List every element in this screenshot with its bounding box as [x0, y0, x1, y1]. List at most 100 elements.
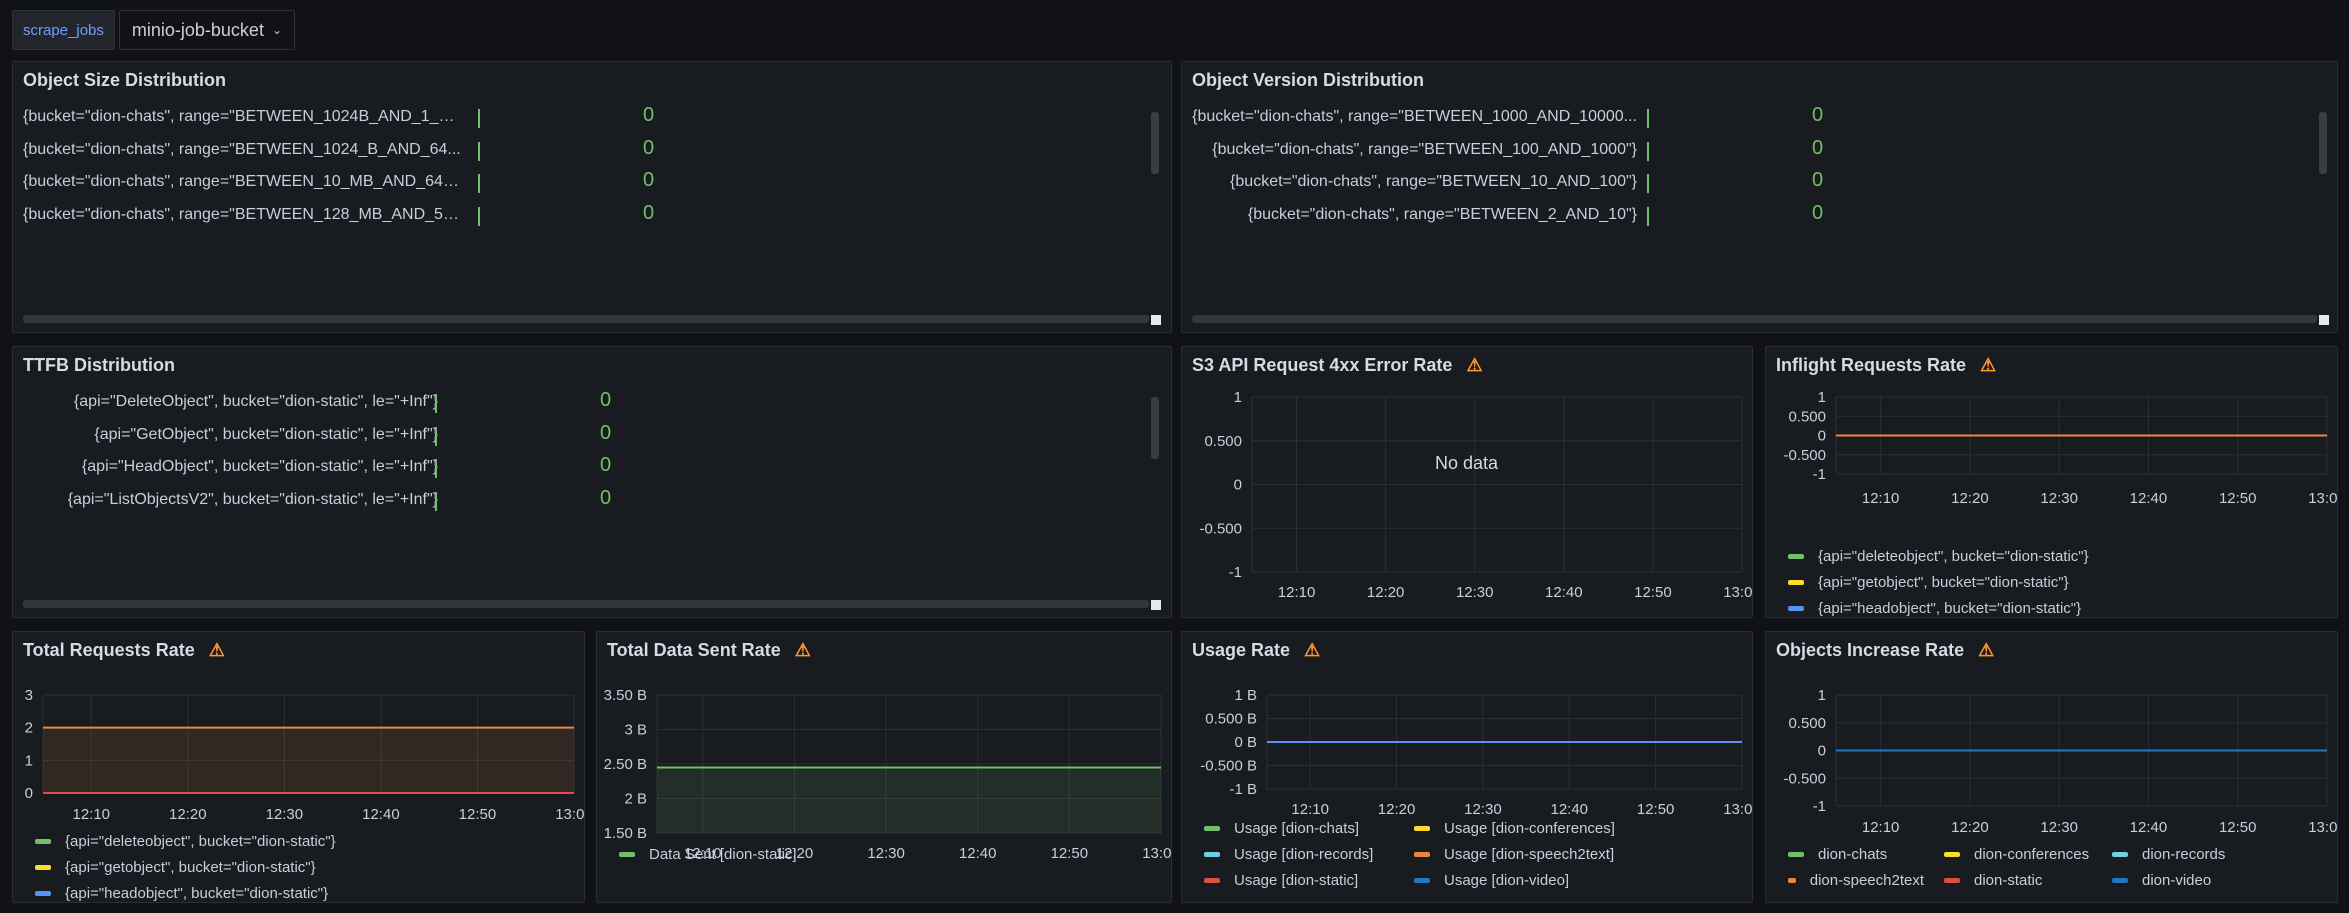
stat-row: {bucket="dion-chats", range="BETWEEN_2_A…: [1182, 200, 2307, 233]
y-tick-label: -1: [1229, 564, 1242, 581]
x-tick-label: 12:50: [2219, 819, 2257, 836]
stat-label: {bucket="dion-chats", range="BETWEEN_100…: [1212, 140, 1637, 158]
x-tick-label: 13:00: [1142, 845, 1172, 862]
legend-label: {api="headobject", bucket="dion-static"}: [65, 884, 329, 902]
stat-row: {api="HeadObject", bucket="dion-static",…: [13, 452, 1141, 485]
panel-title: Object Size Distribution: [23, 70, 227, 90]
legend-swatch: [35, 838, 51, 844]
x-tick-label: 12:40: [959, 845, 997, 862]
x-tick-label: 12:20: [1367, 584, 1405, 601]
series-area: [43, 727, 574, 793]
x-tick-label: 12:30: [2040, 819, 2078, 836]
stat-row: {bucket="dion-chats", range="BETWEEN_128…: [13, 200, 1141, 233]
legend-item[interactable]: {api="deleteobject", bucket="dion-static…: [1788, 543, 2089, 569]
panel-object-size-distribution[interactable]: Object Size Distribution {bucket="dion-c…: [12, 61, 1172, 333]
stat-value: 0: [600, 454, 612, 476]
stat-value: 0: [643, 169, 655, 191]
stat-row: {api="ListObjectsV2", bucket="dion-stati…: [13, 485, 1141, 518]
panel-s3-api-4xx-error-rate[interactable]: S3 API Request 4xx Error Rate ⚠ 1 0.500 0-…: [1181, 346, 1753, 618]
stat-bar: [478, 109, 480, 128]
legend-item[interactable]: Usage [dion-static]: [1204, 867, 1394, 893]
horizontal-scrollbar[interactable]: [23, 600, 1149, 608]
x-tick-label: 12:10: [1862, 490, 1900, 507]
stat-value: 0: [1812, 104, 1824, 126]
x-tick-label: 12:20: [169, 806, 207, 823]
x-tick-label: 13:00: [2308, 819, 2338, 836]
x-tick-label: 12:40: [362, 806, 400, 823]
stat-row: {api="DeleteObject", bucket="dion-static…: [13, 387, 1141, 420]
panel-usage-rate[interactable]: Usage Rate ⚠ 1 B 0.500 B0 B -0.500 B -1 B 12…: [1181, 631, 1753, 903]
variables-bar: scrape_jobs minio-job-bucket ⌄: [12, 10, 296, 50]
y-tick-label: 0 B: [1234, 734, 1257, 751]
legend-item[interactable]: {api="getobject", bucket="dion-static"}: [35, 854, 316, 880]
legend-label: Usage [dion-speech2text]: [1444, 845, 1615, 863]
vertical-scrollbar[interactable]: [1151, 112, 1159, 174]
panel-total-requests-rate[interactable]: Total Requests Rate ⚠ 3 2 1 0 12:10 12:20 12:3…: [12, 631, 585, 903]
stat-list: {bucket="dion-chats", range="BETWEEN_102…: [13, 102, 1141, 234]
stat-label: {bucket="dion-chats", range="BETWEEN_2_A…: [1247, 205, 1637, 223]
stat-bar: [478, 174, 480, 193]
x-tick-label: 12:50: [1051, 845, 1089, 862]
stat-bar: [478, 141, 480, 161]
legend-item[interactable]: dion-static: [1944, 867, 2092, 893]
panel-object-version-distribution[interactable]: Object Version Distribution {bucket="dio…: [1181, 61, 2338, 333]
legend-label: Usage [dion-static]: [1234, 871, 1359, 889]
chevron-down-icon: ⌄: [271, 23, 283, 37]
legend-item[interactable]: Usage [dion-records]: [1204, 841, 1394, 867]
legend-item[interactable]: {api="headobject", bucket="dion-static"}: [35, 880, 329, 902]
stat-list: {api="DeleteObject", bucket="dion-static…: [13, 387, 1141, 519]
y-tick-label: 1.50 B: [604, 825, 647, 842]
legend-item[interactable]: dion-speech2text: [1788, 867, 1924, 893]
legend-item[interactable]: Data Sent [dion-static]: [619, 841, 797, 867]
y-tick-label: 1 B: [1234, 687, 1257, 704]
panel-inflight-requests-rate[interactable]: Inflight Requests Rate ⚠ 1 0.500 0 -0.500 -1…: [1765, 346, 2338, 618]
x-tick-label: 12:20: [1951, 490, 1989, 507]
panel-ttfb-distribution[interactable]: TTFB Distribution {api="DeleteObject", b…: [12, 346, 1172, 618]
legend-item[interactable]: Usage [dion-speech2text]: [1414, 841, 1614, 867]
legend-item[interactable]: Usage [dion-chats]: [1204, 815, 1394, 841]
legend-label: {api="getobject", bucket="dion-static"}: [65, 858, 316, 876]
legend-label: {api="headobject", bucket="dion-static"}: [1818, 599, 2082, 617]
x-tick-label: 12:50: [459, 806, 497, 823]
panel-title: TTFB Distribution: [23, 355, 175, 375]
legend-swatch: [1204, 825, 1220, 831]
variable-value: minio-job-bucket: [131, 19, 264, 40]
stat-value: 0: [1812, 169, 1824, 191]
vertical-scrollbar[interactable]: [1151, 397, 1159, 459]
vertical-scrollbar[interactable]: [2319, 112, 2327, 174]
legend-item[interactable]: dion-conferences: [1944, 841, 2092, 867]
legend-label: {api="getobject", bucket="dion-static"}: [1818, 573, 2069, 591]
y-tick-label: 0: [1818, 428, 1826, 445]
legend-label: Usage [dion-records]: [1234, 845, 1374, 863]
stat-bar: [435, 491, 437, 511]
x-tick-label: 13:00: [2308, 490, 2338, 507]
legend-item[interactable]: Usage [dion-conferences]: [1414, 815, 1615, 841]
x-tick-label: 12:50: [1634, 584, 1672, 601]
legend-item[interactable]: {api="getobject", bucket="dion-static"}: [1788, 569, 2069, 595]
panel-objects-increase-rate[interactable]: Objects Increase Rate ⚠ 1 0.500 0 -0.500 -1 1…: [1765, 631, 2338, 903]
legend-item[interactable]: dion-records: [2112, 841, 2260, 867]
legend-item[interactable]: Usage [dion-video]: [1414, 867, 1569, 893]
legend-item[interactable]: {api="headobject", bucket="dion-static"}: [1788, 595, 2082, 617]
scroll-corner: [1151, 600, 1161, 610]
horizontal-scrollbar[interactable]: [23, 315, 1149, 323]
variable-select[interactable]: minio-job-bucket ⌄: [118, 10, 296, 50]
scroll-corner: [2319, 315, 2329, 325]
stat-bar: [435, 426, 437, 446]
legend-swatch: [1788, 605, 1804, 611]
stat-label: {api="ListObjectsV2", bucket="dion-stati…: [67, 490, 438, 508]
legend-label: dion-conferences: [1974, 845, 2090, 863]
y-tick-label: -1 B: [1229, 781, 1257, 798]
x-tick-label: 12:50: [2219, 490, 2257, 507]
legend-item[interactable]: {api="deleteobject", bucket="dion-static…: [35, 828, 336, 854]
legend-swatch: [1944, 851, 1960, 857]
legend-swatch: [1788, 553, 1804, 559]
stat-row: {bucket="dion-chats", range="BETWEEN_102…: [13, 135, 1141, 168]
legend-item[interactable]: dion-chats: [1788, 841, 1924, 867]
legend-item[interactable]: dion-video: [2112, 867, 2260, 893]
legend-swatch: [1414, 851, 1430, 857]
horizontal-scrollbar[interactable]: [1192, 315, 2317, 323]
x-tick-label: 12:40: [1545, 584, 1583, 601]
stat-row: {api="GetObject", bucket="dion-static", …: [13, 420, 1141, 453]
panel-total-data-sent-rate[interactable]: Total Data Sent Rate ⚠ 3.50 B3 B 2.50 B2 …: [596, 631, 1172, 903]
